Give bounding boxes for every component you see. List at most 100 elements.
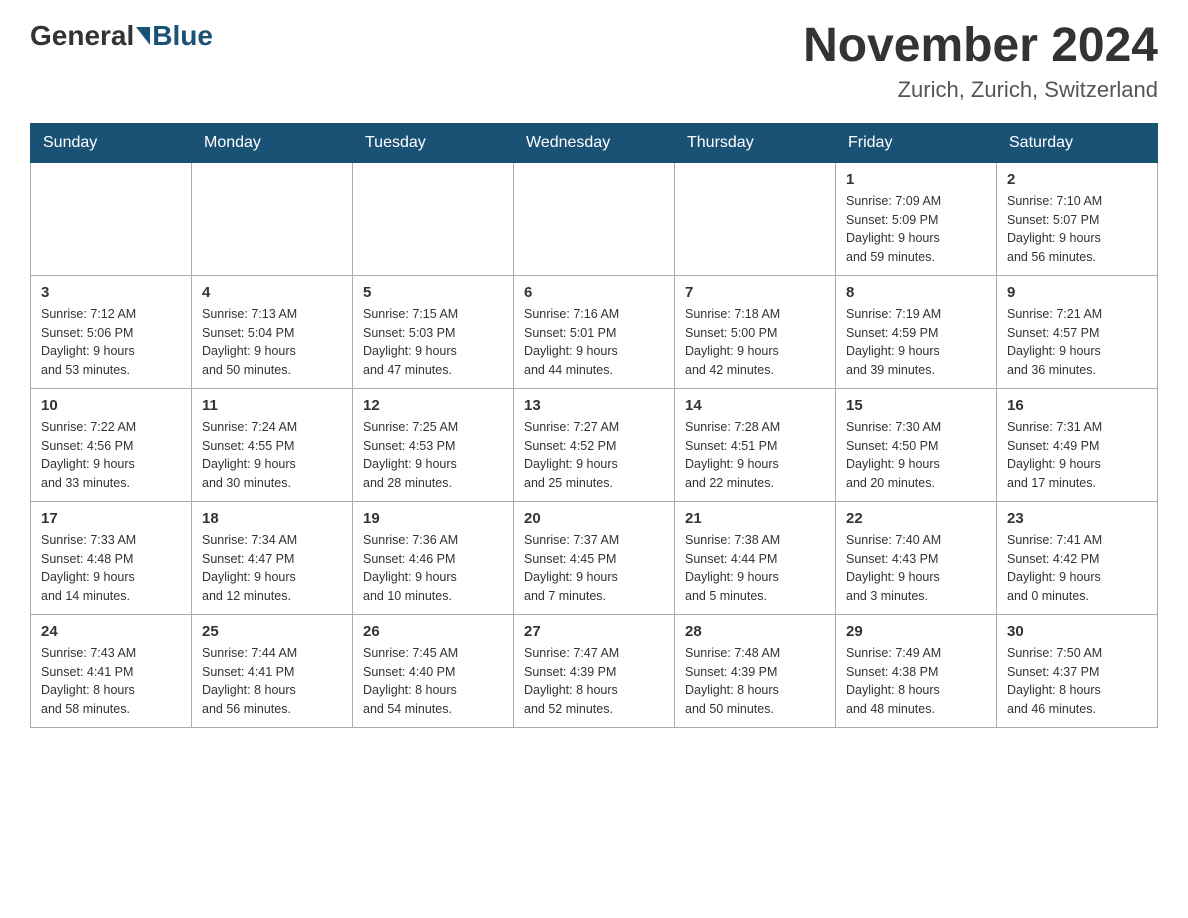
day-info: Sunrise: 7:34 AM Sunset: 4:47 PM Dayligh…	[202, 531, 342, 606]
calendar-cell: 16 Sunrise: 7:31 AM Sunset: 4:49 PM Dayli…	[997, 388, 1158, 501]
day-info: Sunrise: 7:50 AM Sunset: 4:37 PM Dayligh…	[1007, 644, 1147, 719]
day-number: 24	[41, 623, 181, 640]
calendar-cell: 9 Sunrise: 7:21 AM Sunset: 4:57 PM Daylig…	[997, 275, 1158, 388]
calendar-cell: 24Sunrise: 7:43 AM Sunset: 4:41 PM Dayli…	[31, 614, 192, 727]
day-number: 26	[363, 623, 503, 640]
day-number: 1	[846, 171, 986, 188]
day-number: 4	[202, 284, 342, 301]
day-info: Sunrise: 7:33 AM Sunset: 4:48 PM Dayligh…	[41, 531, 181, 606]
calendar-cell: 10 Sunrise: 7:22 AM Sunset: 4:56 PM Dayli…	[31, 388, 192, 501]
day-info: Sunrise: 7:49 AM Sunset: 4:38 PM Dayligh…	[846, 644, 986, 719]
calendar-cell: 6 Sunrise: 7:16 AM Sunset: 5:01 PM Daylig…	[514, 275, 675, 388]
calendar-cell: 5 Sunrise: 7:15 AM Sunset: 5:03 PM Daylig…	[353, 275, 514, 388]
day-number: 29	[846, 623, 986, 640]
header-friday: Friday	[836, 123, 997, 162]
day-info: Sunrise: 7:18 AM Sunset: 5:00 PM Dayligh…	[685, 305, 825, 380]
day-number: 8	[846, 284, 986, 301]
day-info: Sunrise: 7:31 AM Sunset: 4:49 PM Dayligh…	[1007, 418, 1147, 493]
day-number: 17	[41, 510, 181, 527]
day-number: 18	[202, 510, 342, 527]
day-info: Sunrise: 7:27 AM Sunset: 4:52 PM Dayligh…	[524, 418, 664, 493]
calendar-cell: 20 Sunrise: 7:37 AM Sunset: 4:45 PM Dayli…	[514, 501, 675, 614]
calendar-cell: 21 Sunrise: 7:38 AM Sunset: 4:44 PM Dayli…	[675, 501, 836, 614]
calendar-cell: 23 Sunrise: 7:41 AM Sunset: 4:42 PM Dayli…	[997, 501, 1158, 614]
location-subtitle: Zurich, Zurich, Switzerland	[803, 77, 1158, 103]
calendar-cell: 8 Sunrise: 7:19 AM Sunset: 4:59 PM Daylig…	[836, 275, 997, 388]
calendar-header-row: Sunday Monday Tuesday Wednesday Thursday…	[31, 123, 1158, 162]
day-info: Sunrise: 7:22 AM Sunset: 4:56 PM Dayligh…	[41, 418, 181, 493]
calendar-cell	[192, 162, 353, 275]
day-info: Sunrise: 7:30 AM Sunset: 4:50 PM Dayligh…	[846, 418, 986, 493]
day-number: 16	[1007, 397, 1147, 414]
calendar-cell	[353, 162, 514, 275]
header-wednesday: Wednesday	[514, 123, 675, 162]
day-info: Sunrise: 7:44 AM Sunset: 4:41 PM Dayligh…	[202, 644, 342, 719]
day-info: Sunrise: 7:40 AM Sunset: 4:43 PM Dayligh…	[846, 531, 986, 606]
header-sunday: Sunday	[31, 123, 192, 162]
logo-blue-text: Blue	[152, 20, 213, 52]
day-number: 2	[1007, 171, 1147, 188]
calendar-cell: 30 Sunrise: 7:50 AM Sunset: 4:37 PM Dayli…	[997, 614, 1158, 727]
header-tuesday: Tuesday	[353, 123, 514, 162]
day-info: Sunrise: 7:41 AM Sunset: 4:42 PM Dayligh…	[1007, 531, 1147, 606]
calendar-table: Sunday Monday Tuesday Wednesday Thursday…	[30, 123, 1158, 728]
day-info: Sunrise: 7:45 AM Sunset: 4:40 PM Dayligh…	[363, 644, 503, 719]
calendar-cell: 28Sunrise: 7:48 AM Sunset: 4:39 PM Dayli…	[675, 614, 836, 727]
day-info: Sunrise: 7:12 AM Sunset: 5:06 PM Dayligh…	[41, 305, 181, 380]
header-monday: Monday	[192, 123, 353, 162]
calendar-cell: 4Sunrise: 7:13 AM Sunset: 5:04 PM Daylig…	[192, 275, 353, 388]
day-number: 14	[685, 397, 825, 414]
logo-general-text: General	[30, 20, 134, 52]
day-number: 21	[685, 510, 825, 527]
day-number: 27	[524, 623, 664, 640]
day-info: Sunrise: 7:10 AM Sunset: 5:07 PM Dayligh…	[1007, 192, 1147, 267]
day-number: 13	[524, 397, 664, 414]
day-info: Sunrise: 7:09 AM Sunset: 5:09 PM Dayligh…	[846, 192, 986, 267]
calendar-cell	[514, 162, 675, 275]
day-number: 6	[524, 284, 664, 301]
calendar-cell: 18 Sunrise: 7:34 AM Sunset: 4:47 PM Dayli…	[192, 501, 353, 614]
calendar-cell: 25 Sunrise: 7:44 AM Sunset: 4:41 PM Dayli…	[192, 614, 353, 727]
week-row-5: 24Sunrise: 7:43 AM Sunset: 4:41 PM Dayli…	[31, 614, 1158, 727]
calendar-cell: 2 Sunrise: 7:10 AM Sunset: 5:07 PM Daylig…	[997, 162, 1158, 275]
day-info: Sunrise: 7:38 AM Sunset: 4:44 PM Dayligh…	[685, 531, 825, 606]
calendar-cell: 17 Sunrise: 7:33 AM Sunset: 4:48 PM Dayli…	[31, 501, 192, 614]
calendar-cell: 22Sunrise: 7:40 AM Sunset: 4:43 PM Dayli…	[836, 501, 997, 614]
calendar-cell: 3 Sunrise: 7:12 AM Sunset: 5:06 PM Daylig…	[31, 275, 192, 388]
week-row-2: 3 Sunrise: 7:12 AM Sunset: 5:06 PM Daylig…	[31, 275, 1158, 388]
header-saturday: Saturday	[997, 123, 1158, 162]
day-number: 25	[202, 623, 342, 640]
day-number: 5	[363, 284, 503, 301]
calendar-title: November 2024 Zurich, Zurich, Switzerlan…	[803, 20, 1158, 103]
day-number: 3	[41, 284, 181, 301]
calendar-cell: 29 Sunrise: 7:49 AM Sunset: 4:38 PM Dayli…	[836, 614, 997, 727]
day-number: 11	[202, 397, 342, 414]
day-info: Sunrise: 7:25 AM Sunset: 4:53 PM Dayligh…	[363, 418, 503, 493]
calendar-cell: 11 Sunrise: 7:24 AM Sunset: 4:55 PM Dayli…	[192, 388, 353, 501]
day-info: Sunrise: 7:15 AM Sunset: 5:03 PM Dayligh…	[363, 305, 503, 380]
calendar-cell: 19Sunrise: 7:36 AM Sunset: 4:46 PM Dayli…	[353, 501, 514, 614]
month-year-heading: November 2024	[803, 20, 1158, 73]
calendar-cell: 7Sunrise: 7:18 AM Sunset: 5:00 PM Daylig…	[675, 275, 836, 388]
day-number: 15	[846, 397, 986, 414]
day-info: Sunrise: 7:24 AM Sunset: 4:55 PM Dayligh…	[202, 418, 342, 493]
calendar-cell	[31, 162, 192, 275]
day-number: 9	[1007, 284, 1147, 301]
day-number: 23	[1007, 510, 1147, 527]
day-number: 12	[363, 397, 503, 414]
calendar-cell	[675, 162, 836, 275]
header-thursday: Thursday	[675, 123, 836, 162]
page-header: General Blue November 2024 Zurich, Zuric…	[30, 20, 1158, 103]
day-info: Sunrise: 7:37 AM Sunset: 4:45 PM Dayligh…	[524, 531, 664, 606]
day-info: Sunrise: 7:21 AM Sunset: 4:57 PM Dayligh…	[1007, 305, 1147, 380]
day-number: 30	[1007, 623, 1147, 640]
day-number: 10	[41, 397, 181, 414]
logo-arrow-icon	[136, 27, 150, 45]
logo: General Blue	[30, 20, 213, 52]
week-row-3: 10 Sunrise: 7:22 AM Sunset: 4:56 PM Dayli…	[31, 388, 1158, 501]
day-info: Sunrise: 7:19 AM Sunset: 4:59 PM Dayligh…	[846, 305, 986, 380]
day-info: Sunrise: 7:47 AM Sunset: 4:39 PM Dayligh…	[524, 644, 664, 719]
day-info: Sunrise: 7:28 AM Sunset: 4:51 PM Dayligh…	[685, 418, 825, 493]
day-number: 20	[524, 510, 664, 527]
day-info: Sunrise: 7:16 AM Sunset: 5:01 PM Dayligh…	[524, 305, 664, 380]
